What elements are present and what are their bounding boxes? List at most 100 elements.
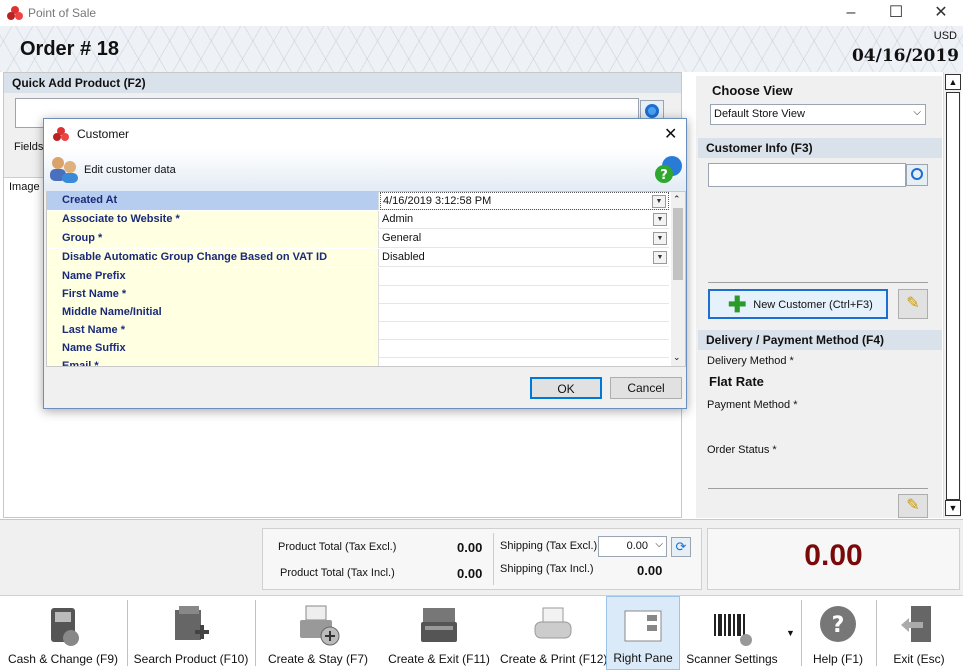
quick-add-heading: Quick Add Product (F2) [4,73,681,93]
grand-total-box: 0.00 [707,528,960,590]
customer-info-heading: Customer Info (F3) [698,138,942,158]
customer-search-input[interactable] [708,163,906,187]
grid-row-value[interactable]: Admin ▼ [380,211,669,229]
divider [493,533,494,585]
shipping-incl-label: Shipping (Tax Incl.) [500,563,594,575]
help-globe-icon[interactable]: ? [654,154,684,184]
grid-row-label: Middle Name/Initial [47,304,379,322]
customer-property-grid[interactable]: Created At 4/16/2019 3:12:58 PM ▼ Associa… [46,191,686,367]
printer-add-icon [300,605,340,646]
close-button[interactable]: ✕ [930,3,952,23]
order-title: Order # 18 [20,38,119,60]
new-customer-button[interactable]: ✚ New Customer (Ctrl+F3) [708,289,888,319]
app-logo-icon [7,6,23,20]
order-header: Order # 18 USD 04/16/2019 [0,26,963,72]
grid-row[interactable]: Disable Automatic Group Change Based on … [47,249,669,267]
dropdown-arrow-icon[interactable]: ▼ [786,628,795,638]
dialog-title: Customer [77,127,130,141]
grid-row-value[interactable] [380,358,669,366]
right-pane-button[interactable]: Right Pane [606,596,680,670]
shipping-excl-input[interactable]: 0.00 ⌵ [598,536,667,557]
grid-row[interactable]: Name Suffix [47,340,669,358]
payment-method-label: Payment Method * [707,399,798,411]
dialog-close-icon[interactable]: ✕ [664,124,677,144]
image-column-header: Image [9,181,40,193]
grid-row-value[interactable] [380,304,669,322]
app-logo-icon [53,127,69,141]
dialog-title-bar: Customer ✕ [44,119,686,149]
delivery-method-value[interactable]: Flat Rate [709,374,764,389]
users-icon [50,157,78,183]
chevron-down-icon: ⌵ [655,539,663,550]
create-print-button[interactable]: Create & Print (F12) [500,596,607,670]
chevron-down-icon: ⌵ [913,107,921,118]
refresh-shipping-button[interactable]: ⟳ [671,537,691,557]
refresh-icon: ⟳ [675,539,687,554]
scroll-up-icon[interactable]: ⌃ [673,194,681,205]
grid-row-value[interactable]: Disabled ▼ [380,249,669,267]
box-search-icon [175,606,209,640]
scroll-up-icon[interactable]: ▲ [945,74,961,90]
bottom-toolbar: Cash & Change (F9) Search Product (F10) … [0,595,963,670]
chevron-down-icon[interactable]: ▼ [653,232,667,245]
grid-scrollbar[interactable]: ⌃ ⌄ [671,192,685,366]
grid-row-label: Group * [47,230,379,248]
product-total-incl-label: Product Total (Tax Incl.) [280,567,395,579]
printer-icon [534,607,572,639]
grid-row-value[interactable] [380,286,669,304]
cancel-button[interactable]: Cancel [610,377,682,399]
help-button[interactable]: ? Help (F1) [802,596,874,670]
grid-row-value[interactable] [380,322,669,340]
right-pane: Choose View Default Store View ⌵ Custome… [696,76,942,518]
scroll-thumb[interactable] [946,92,960,500]
grid-row[interactable]: Associate to Website * Admin ▼ [47,211,669,229]
window-title: Point of Sale [28,6,97,20]
create-exit-button[interactable]: Create & Exit (F11) [380,596,498,670]
search-product-button[interactable]: Search Product (F10) [128,596,254,670]
grid-row[interactable]: Last Name * [47,322,669,340]
grid-row-value[interactable] [380,340,669,358]
shipping-excl-label: Shipping (Tax Excl.) [500,540,598,552]
grid-row[interactable]: Email * [47,358,669,366]
maximize-button[interactable]: ☐ [885,3,907,23]
cash-change-button[interactable]: Cash & Change (F9) [0,596,126,670]
grid-row[interactable]: Name Prefix [47,268,669,286]
scroll-down-icon[interactable]: ▼ [945,500,961,516]
shipping-incl-value: 0.00 [637,563,663,578]
scroll-down-icon[interactable]: ⌄ [673,352,681,363]
dialog-subheader: Edit customer data ? [44,149,686,191]
order-status-label: Order Status * [707,444,777,456]
minimize-button[interactable]: – [840,3,862,23]
register-icon [421,608,457,642]
chevron-down-icon[interactable]: ▼ [653,213,667,226]
product-total-excl-label: Product Total (Tax Excl.) [278,541,397,553]
view-select[interactable]: Default Store View ⌵ [710,104,926,125]
exit-door-icon [901,606,931,642]
delivery-heading: Delivery / Payment Method (F4) [698,330,942,350]
edit-status-button[interactable]: ✎ [898,494,928,518]
grid-row[interactable]: Group * General ▼ [47,230,669,248]
right-pane-scrollbar[interactable]: ▲ ▼ [943,72,961,518]
grid-row[interactable]: Created At 4/16/2019 3:12:58 PM ▼ [47,192,669,210]
grid-row-value[interactable] [380,268,669,286]
create-stay-button[interactable]: Create & Stay (F7) [256,596,380,670]
grid-row[interactable]: First Name * [47,286,669,304]
grid-row-label: First Name * [47,286,379,304]
exit-button[interactable]: Exit (Esc) [877,596,961,670]
grid-row[interactable]: Middle Name/Initial [47,304,669,322]
search-icon [645,104,659,118]
grid-row-label: Disable Automatic Group Change Based on … [47,249,379,267]
grid-row-value[interactable]: General ▼ [380,230,669,248]
customer-search-button[interactable] [906,164,928,186]
divider [708,282,928,283]
ok-button[interactable]: OK [530,377,602,399]
view-select-value: Default Store View [714,108,805,120]
chevron-down-icon[interactable]: ▼ [652,195,666,208]
edit-customer-button[interactable]: ✎ [898,289,928,319]
order-date: 04/16/2019 [851,46,959,66]
grid-row-value[interactable]: 4/16/2019 3:12:58 PM ▼ [380,192,669,210]
chevron-down-icon[interactable]: ▼ [653,251,667,264]
grid-row-label: Created At [47,192,379,210]
scroll-thumb[interactable] [673,208,683,280]
scanner-settings-button[interactable]: Scanner Settings [682,596,782,670]
